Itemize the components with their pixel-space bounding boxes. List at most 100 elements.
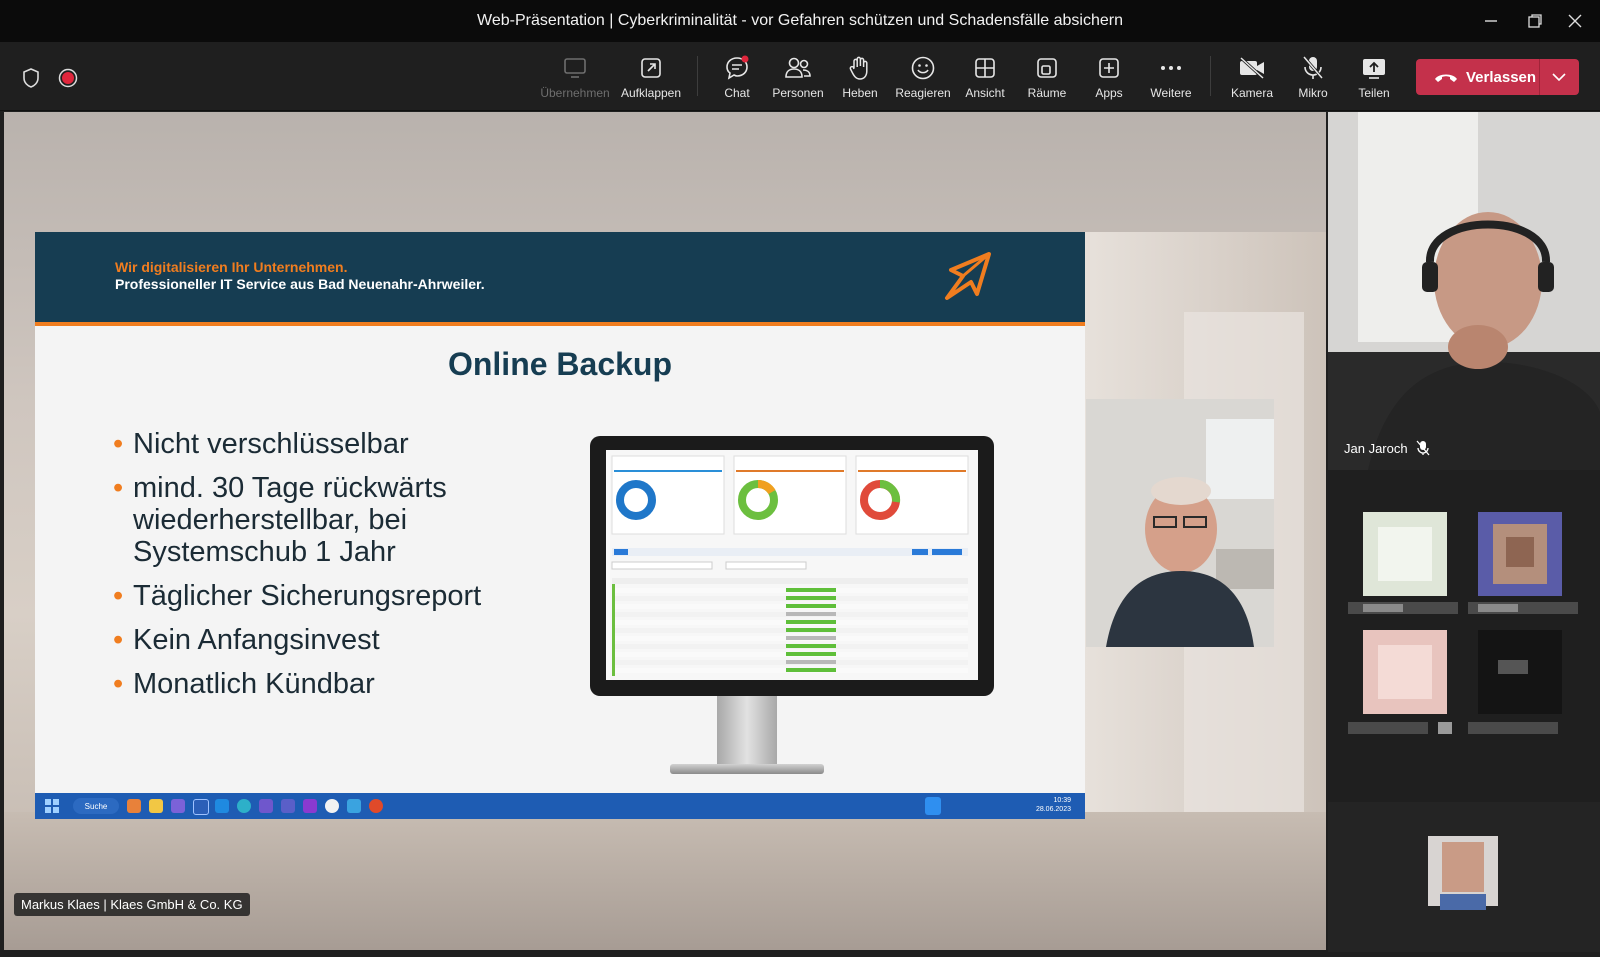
grid-icon [973,54,997,82]
bullet-item: Monatlich Kündbar [113,668,533,700]
bullet-item: Nicht verschlüsselbar [113,428,533,460]
taskbar-search-label: Suche [84,801,108,811]
close-icon [1568,14,1582,28]
word-icon [193,799,209,815]
react-label: Reagieren [895,86,951,100]
mic-button[interactable]: Mikro [1281,54,1345,106]
raise-hand-button[interactable]: Heben [828,54,892,106]
mic-off-icon [1416,440,1430,456]
chevron-down-icon [1552,73,1567,81]
raise-hand-icon [848,54,872,82]
toolbar-divider [1210,56,1211,96]
camera-label: Kamera [1230,86,1274,100]
meeting-toolbar: Übernehmen Aufklappen Chat Personen Hebe… [0,42,1600,111]
more-button[interactable]: Weitere [1139,54,1203,106]
monitor-stand [717,696,777,766]
onenote-icon [303,799,317,813]
people-icon [784,54,812,82]
bullet-item: Kein Anfangsinvest [113,624,533,656]
react-button[interactable]: Reagieren [891,54,955,106]
bullet-item: Täglicher Sicherungsreport [113,580,533,612]
camera-button[interactable]: Kamera [1220,54,1284,106]
background-floor [4,812,1326,950]
taskbar-time: 10:39 [1053,797,1071,804]
taskbar-app-icon [127,799,141,813]
monitor-base [670,764,824,774]
taskbar-app-icon [259,799,273,813]
participant-tile-main[interactable]: Jan Jaroch [1328,112,1600,470]
shared-content-stage: Wir digitalisieren Ihr Unternehmen. Prof… [4,112,1326,950]
rooms-label: Räume [1027,86,1067,100]
presentation-slide: Wir digitalisieren Ihr Unternehmen. Prof… [35,232,1085,819]
share-button[interactable]: Teilen [1342,54,1406,106]
leave-label: Verlassen [1466,68,1537,86]
share-icon [1361,54,1387,82]
teams-icon [281,799,295,813]
rooms-button[interactable]: Räume [1015,54,1079,106]
view-button[interactable]: Ansicht [953,54,1017,106]
mic-off-icon [1301,54,1325,82]
chat-label: Chat [724,86,750,100]
taskbar-app-icon [171,799,185,813]
minimize-button[interactable] [1468,0,1514,42]
apps-label: Apps [1095,86,1123,100]
rooms-icon [1035,54,1059,82]
participant-panel: Jan Jaroch [1328,112,1600,952]
folder-icon [149,799,163,813]
popout-button[interactable]: Aufklappen [619,54,683,106]
hang-up-icon [1435,74,1457,82]
participant-tile[interactable] [1468,512,1588,627]
participant-video-feed-icon [1328,112,1600,470]
slide-tagline-orange: Wir digitalisieren Ihr Unternehmen. [115,259,348,275]
participant-tile[interactable] [1468,630,1588,745]
slide-windows-taskbar: Suche 10:39 28.06.2023 [35,793,1085,819]
avatar-blurred-icon [1468,512,1578,614]
windows-start-icon [45,799,59,813]
presenter-video [1086,399,1274,647]
slide-accent-line [35,322,1085,326]
edge-icon [237,799,251,813]
chat-button[interactable]: Chat [705,54,769,106]
popout-icon [639,54,663,82]
avatar-blurred-icon [1428,836,1498,910]
camera-off-icon [1238,54,1266,82]
presenter-name-label: Markus Klaes | Klaes GmbH & Co. KG [14,893,250,916]
avatar-blurred-icon [1468,630,1562,734]
taskbar-app-icon [347,799,361,813]
taskbar-app-icon [369,799,383,813]
apps-icon [1097,54,1121,82]
taskbar-date: 28.06.2023 [1035,806,1071,813]
window-title: Web-Präsentation | Cyberkriminalität - v… [477,12,1123,29]
monitor-image [590,436,994,696]
taskbar-search: Suche [73,798,119,814]
participant-name: Jan Jaroch [1344,440,1408,456]
raise-hand-label: Heben [842,86,878,100]
leave-main[interactable]: Verlassen [1416,69,1539,86]
shield-icon[interactable] [22,68,40,93]
slide-header: Wir digitalisieren Ihr Unternehmen. Prof… [35,232,1085,322]
slide-bullet-list: Nicht verschlüsselbar mind. 30 Tage rück… [113,428,533,712]
participant-tile[interactable] [1348,630,1468,745]
popout-label: Aufklappen [620,86,682,100]
people-button[interactable]: Personen [766,54,830,106]
share-screen-label: Übernehmen [540,86,610,100]
share-screen-button[interactable]: Übernehmen [540,54,610,106]
smiley-icon [910,54,936,82]
company-logo-icon [945,252,991,300]
close-button[interactable] [1552,0,1598,42]
apps-button[interactable]: Apps [1077,54,1141,106]
toolbar-divider [697,56,698,96]
more-label: Weitere [1150,86,1192,100]
restore-icon [1528,14,1542,28]
participant-tile[interactable] [1348,512,1468,627]
title-bar: Web-Präsentation | Cyberkriminalität - v… [0,0,1600,42]
more-icon [1159,54,1183,82]
dashboard-illustration-icon [611,455,969,676]
taskbar-clock: 10:39 28.06.2023 [1036,796,1071,814]
participant-tile-bottom[interactable] [1328,802,1600,952]
leave-button[interactable]: Verlassen [1416,59,1579,95]
share-label: Teilen [1358,86,1390,100]
chat-icon [724,54,750,82]
leave-dropdown[interactable] [1538,59,1579,95]
slide-tagline-white: Professioneller IT Service aus Bad Neuen… [115,276,485,292]
